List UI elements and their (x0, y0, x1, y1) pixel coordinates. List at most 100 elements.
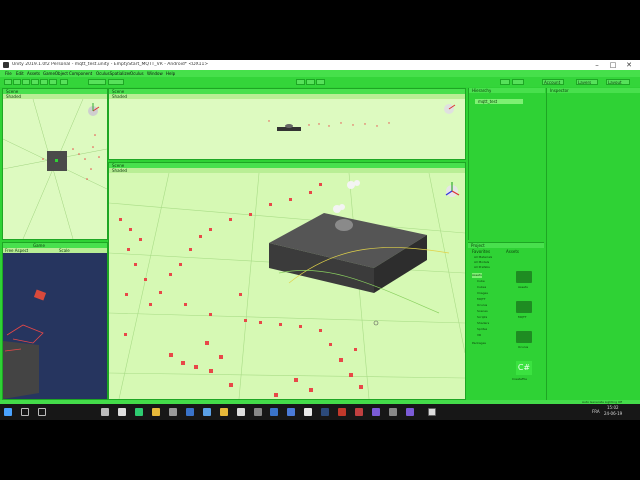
inspector-tabstrip: Inspector (547, 88, 640, 93)
hierarchy-tabstrip: Hierarchy (469, 88, 545, 93)
hierarchy-row[interactable]: mqtt_test (475, 99, 523, 104)
taskbar-app-icon[interactable] (254, 408, 262, 416)
account-dropdown[interactable]: Account (542, 79, 564, 85)
tree-item[interactable]: Assets (472, 273, 482, 278)
project-breadcrumb[interactable]: Assets (506, 249, 519, 254)
chrome-icon[interactable] (304, 408, 312, 416)
tree-item[interactable]: Images (477, 291, 488, 296)
custom-tool-button[interactable] (60, 79, 68, 85)
taskbar-app-icon[interactable] (169, 408, 177, 416)
asset-label: Oculus (518, 345, 529, 349)
vscode-icon[interactable] (287, 408, 295, 416)
trail-outline (6, 324, 44, 344)
tree-item[interactable]: Scenes (477, 309, 488, 314)
taskbar-app-icon[interactable] (406, 408, 414, 416)
window-title-bar[interactable]: Unity 2019.1.0f2 Personal - mqtt_test.un… (0, 60, 640, 70)
cloud-icons (333, 180, 360, 213)
folder-icon[interactable] (516, 301, 532, 313)
menu-component[interactable]: Component (69, 71, 92, 76)
taskbar-app-icon[interactable] (355, 408, 363, 416)
tree-item[interactable]: Cube (477, 279, 485, 284)
maximize-button[interactable]: □ (606, 61, 620, 69)
project-panel: Project Favorites Assets All Materials A… (468, 242, 544, 400)
search-icon[interactable] (21, 408, 29, 416)
pause-button[interactable] (306, 79, 315, 85)
taskbar-app-icon[interactable] (135, 408, 143, 416)
hierarchy-tab[interactable]: Hierarchy (472, 88, 491, 93)
project-tab[interactable]: Project (471, 243, 485, 248)
tree-item[interactable]: Scripts (477, 315, 487, 320)
scene-view-left[interactable]: Scene Shaded (2, 88, 108, 240)
unity-taskbar-icon[interactable] (428, 408, 436, 416)
project-tabstrip: Project (468, 243, 544, 248)
scene-view-main[interactable]: Scene Shaded (108, 162, 466, 400)
unity-editor-window: Unity 2019.1.0f2 Personal - mqtt_test.un… (0, 60, 640, 420)
taskbar-app-icon[interactable] (321, 408, 329, 416)
folder-icon[interactable] (516, 331, 532, 343)
dome-object-main[interactable] (335, 219, 353, 231)
menu-oculus[interactable]: Oculus (130, 71, 144, 76)
orientation-gizmo[interactable] (88, 103, 100, 116)
windows-start-icon[interactable] (4, 408, 12, 416)
clock-date[interactable]: 24-06-19 (604, 411, 622, 416)
menu-file[interactable]: File (5, 71, 12, 76)
scale-tool-button[interactable] (31, 79, 39, 85)
minimize-button[interactable]: – (590, 61, 604, 69)
hand-tool-button[interactable] (4, 79, 12, 85)
menu-help[interactable]: Help (166, 71, 175, 76)
taskbar-app-icon[interactable] (186, 408, 194, 416)
step-button[interactable] (316, 79, 325, 85)
transform-tool-button[interactable] (49, 79, 57, 85)
menu-gameobject[interactable]: GameObject (43, 71, 68, 76)
layers-dropdown[interactable]: Layers (576, 79, 598, 85)
rotate-tool-button[interactable] (22, 79, 30, 85)
favorites-label[interactable]: Favorites (472, 249, 490, 254)
taskbar-app-icon[interactable] (203, 408, 211, 416)
orientation-gizmo-top[interactable] (444, 104, 456, 114)
orientation-gizmo-main[interactable] (445, 182, 460, 197)
dome-object (285, 124, 293, 128)
play-button[interactable] (296, 79, 305, 85)
tree-item[interactable]: Shaders (477, 321, 489, 326)
layout-dropdown[interactable]: Layout (606, 79, 630, 85)
close-button[interactable]: ✕ (622, 61, 636, 69)
scene-view-top[interactable]: Scene Shaded (108, 88, 466, 160)
tree-item[interactable]: MQTT (477, 297, 486, 302)
clock-time[interactable]: 15:02 (607, 405, 619, 410)
folder-icon[interactable] (516, 271, 532, 283)
tree-item[interactable]: All Prefabs (474, 265, 490, 270)
input-language[interactable]: FRA (592, 409, 600, 414)
menu-window[interactable]: Window (147, 71, 163, 76)
scene-view-left-canvas (3, 99, 107, 239)
taskbar-app-icon[interactable] (389, 408, 397, 416)
tree-item[interactable]: Oculus (477, 303, 487, 308)
tree-item[interactable]: Sprites (477, 327, 487, 332)
file-explorer-icon[interactable] (152, 408, 160, 416)
taskbar-app-icon[interactable] (220, 408, 228, 416)
inspector-tab[interactable]: Inspector (550, 88, 569, 93)
cloud-button[interactable] (512, 79, 524, 85)
menu-assets[interactable]: Assets (27, 71, 40, 76)
menu-oculus-spatializer[interactable]: OculusSpatializer (96, 71, 131, 76)
taskbar-app-icon[interactable] (270, 408, 278, 416)
taskbar-app-icon[interactable] (237, 408, 245, 416)
global-toggle[interactable] (108, 79, 124, 85)
game-view[interactable]: Game Free Aspect Scale (2, 242, 108, 400)
task-view-icon[interactable] (38, 408, 46, 416)
move-tool-button[interactable] (13, 79, 21, 85)
taskbar-app-icon[interactable] (338, 408, 346, 416)
selection-gizmo (55, 159, 58, 162)
collab-button[interactable] (500, 79, 510, 85)
hierarchy-item-label: mqtt_test (478, 99, 498, 104)
csharp-script-icon[interactable]: C# (516, 361, 532, 375)
taskbar-app-icon[interactable] (101, 408, 109, 416)
tree-item[interactable]: VR (477, 333, 481, 338)
taskbar-app-icon[interactable] (118, 408, 126, 416)
visual-studio-icon[interactable] (372, 408, 380, 416)
rect-tool-button[interactable] (40, 79, 48, 85)
tree-item[interactable]: Cubes (477, 285, 486, 290)
pivot-toggle[interactable] (88, 79, 106, 85)
project-tree: All Materials All Models All Prefabs Ass… (468, 255, 500, 399)
menu-edit[interactable]: Edit (16, 71, 24, 76)
tree-item[interactable]: Packages (472, 341, 486, 346)
